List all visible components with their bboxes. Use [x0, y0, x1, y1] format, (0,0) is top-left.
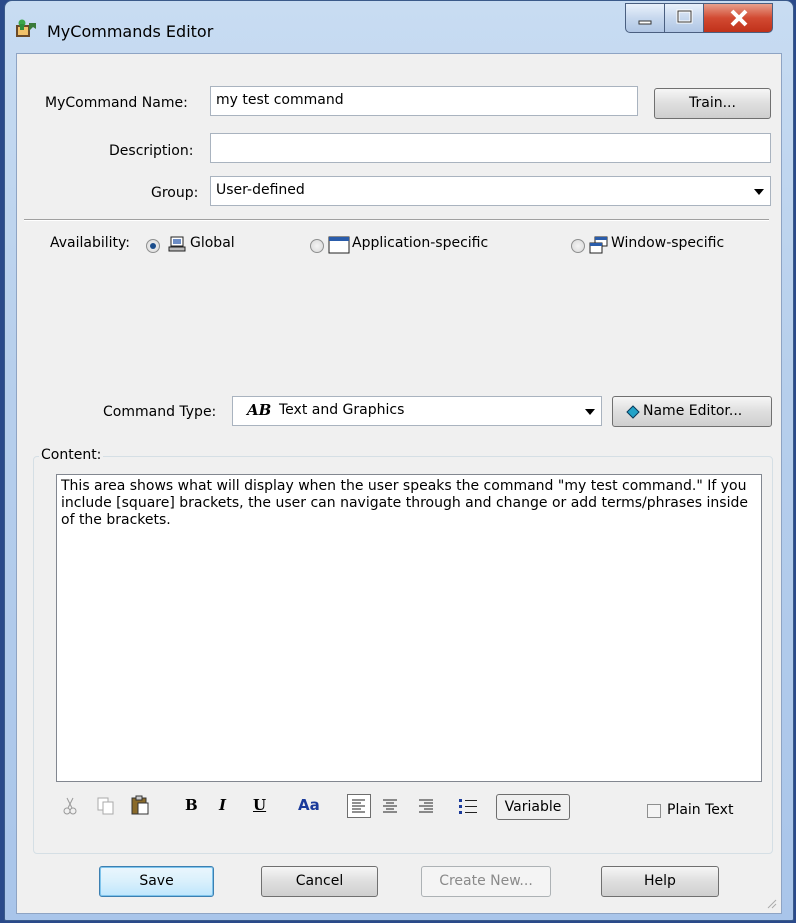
- radio-application-label[interactable]: Application-specific: [352, 235, 488, 251]
- cancel-button[interactable]: Cancel: [261, 866, 378, 897]
- name-editor-label: Name Editor...: [643, 403, 743, 419]
- command-name-input[interactable]: my test command: [210, 86, 638, 116]
- divider: [24, 219, 769, 221]
- minimize-icon: [638, 20, 652, 25]
- window-title: MyCommands Editor: [47, 22, 214, 41]
- windows-stack-icon: [589, 236, 608, 254]
- command-type-dropdown[interactable]: AB Text and Graphics: [232, 396, 602, 426]
- font-button[interactable]: Aa: [298, 796, 320, 814]
- help-button[interactable]: Help: [601, 866, 719, 897]
- radio-window-label[interactable]: Window-specific: [611, 235, 724, 251]
- command-type-label: Command Type:: [103, 404, 217, 420]
- text-graphics-icon: AB: [247, 401, 272, 419]
- minimize-button[interactable]: [625, 3, 665, 33]
- command-type-value: Text and Graphics: [279, 402, 405, 418]
- dialog-body: MyCommand Name: my test command Train...…: [16, 53, 782, 914]
- resize-grip-icon[interactable]: [765, 897, 777, 909]
- plain-text-label[interactable]: Plain Text: [667, 802, 733, 818]
- title-bar[interactable]: MyCommands Editor: [5, 1, 793, 47]
- name-editor-button[interactable]: Name Editor...: [612, 396, 772, 427]
- maximize-button[interactable]: [664, 3, 704, 33]
- bold-button[interactable]: B: [185, 796, 198, 814]
- close-button[interactable]: [703, 3, 773, 33]
- chevron-down-icon: [754, 189, 764, 195]
- create-new-button[interactable]: Create New...: [421, 866, 551, 897]
- content-label: Content:: [39, 447, 104, 463]
- copy-icon[interactable]: [97, 797, 115, 815]
- underline-button[interactable]: U: [253, 796, 266, 814]
- radio-global-label[interactable]: Global: [190, 235, 235, 251]
- align-left-button[interactable]: [347, 794, 371, 818]
- name-label: MyCommand Name:: [45, 95, 188, 111]
- content-text-area[interactable]: This area shows what will display when t…: [56, 474, 762, 782]
- mycommands-app-icon: [16, 19, 36, 37]
- train-button[interactable]: Train...: [654, 88, 771, 119]
- maximize-icon: [676, 9, 693, 24]
- plain-text-checkbox[interactable]: [647, 804, 661, 818]
- group-dropdown[interactable]: User-defined: [210, 176, 771, 206]
- paste-icon[interactable]: [130, 795, 150, 815]
- close-icon: [730, 9, 748, 27]
- align-left-icon: [352, 799, 365, 813]
- group-value: User-defined: [216, 182, 305, 198]
- bullet-list-icon[interactable]: [457, 795, 479, 817]
- radio-global[interactable]: [146, 239, 160, 253]
- name-editor-icon: [626, 405, 640, 419]
- cut-icon[interactable]: [63, 797, 77, 815]
- availability-label: Availability:: [50, 235, 131, 251]
- align-right-icon[interactable]: [415, 795, 437, 817]
- application-window-icon: [328, 236, 350, 254]
- group-label: Group:: [151, 185, 199, 201]
- description-label: Description:: [109, 143, 194, 159]
- description-input[interactable]: [210, 133, 771, 163]
- italic-button[interactable]: I: [219, 796, 226, 814]
- variable-button[interactable]: Variable: [496, 794, 570, 820]
- main-window: MyCommands Editor MyCommand Name: my tes…: [4, 0, 794, 921]
- computer-icon: [168, 236, 186, 252]
- radio-window-specific[interactable]: [571, 239, 585, 253]
- radio-application-specific[interactable]: [310, 239, 324, 253]
- chevron-down-icon: [585, 409, 595, 415]
- save-button[interactable]: Save: [99, 866, 214, 897]
- align-center-icon[interactable]: [379, 795, 401, 817]
